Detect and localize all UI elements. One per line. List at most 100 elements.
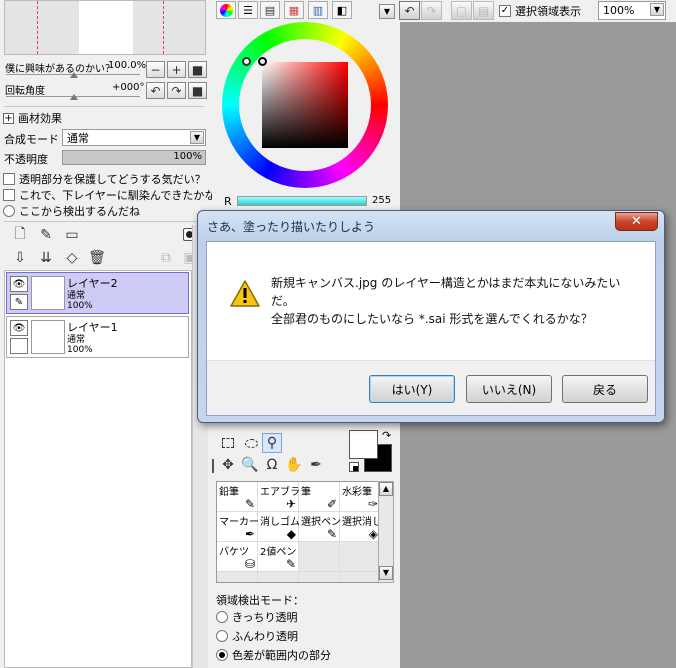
color-wheel-tab[interactable] bbox=[216, 1, 236, 19]
brush-tool-binary-pen[interactable]: 2値ペン ✎ bbox=[258, 542, 299, 572]
zoom-out-button[interactable]: − bbox=[146, 61, 165, 78]
delete-layer-button[interactable]: 🗑 bbox=[87, 248, 107, 268]
new-layer-button[interactable]: 🗋 bbox=[10, 225, 30, 245]
brush-tool-airbrush[interactable]: エアブラシ ✈ bbox=[258, 482, 310, 512]
empty-tool-slot bbox=[299, 572, 340, 582]
undo-button[interactable]: ↶ bbox=[399, 1, 420, 20]
dialog-body: 新規キャンバス.jpg のレイヤー構造とかはまだ本丸にないみたい だ。 全部君の… bbox=[206, 241, 656, 416]
brush-effects-toggle[interactable]: + 画材効果 bbox=[3, 110, 62, 126]
transfer-down-button[interactable]: ⇩ bbox=[10, 248, 30, 268]
back-button[interactable]: 戻る bbox=[562, 375, 648, 403]
checkbox[interactable] bbox=[3, 173, 15, 185]
magic-wand-icon[interactable]: ⚲ bbox=[262, 433, 282, 453]
protect-transparency-option[interactable]: 透明部分を保護してどうする気だい？ bbox=[3, 171, 206, 187]
brush-tool-select-erase[interactable]: 選択消し ◈ bbox=[340, 512, 380, 542]
brush-tool-bucket[interactable]: バケツ ⛁ bbox=[217, 542, 258, 572]
pen-lock-icon[interactable] bbox=[10, 338, 28, 354]
eyedropper-icon[interactable]: ✒ bbox=[306, 455, 326, 475]
rotate-left-button[interactable]: ↶ bbox=[146, 82, 165, 99]
swap-colors-icon[interactable]: ↷ bbox=[382, 429, 391, 442]
no-button[interactable]: いいえ(N) bbox=[466, 375, 552, 403]
r-label: R bbox=[224, 195, 232, 208]
option-label: ふんわり透明 bbox=[232, 630, 298, 643]
radio[interactable] bbox=[216, 630, 228, 642]
detect-mode-option[interactable]: きっちり透明 bbox=[216, 609, 298, 625]
tool-scrollbar[interactable]: ▲ ▼ bbox=[378, 481, 394, 583]
scratchpad-tab[interactable]: ◧ bbox=[332, 1, 352, 19]
zoom-select[interactable]: 100% ▼ bbox=[598, 1, 666, 20]
clear-layer-button[interactable]: ◇ bbox=[62, 248, 82, 268]
move-icon[interactable]: ✥ bbox=[218, 455, 238, 475]
detect-source-option[interactable]: ここから検出するんだね bbox=[3, 203, 140, 219]
brush-tool-watercolor[interactable]: 水彩筆 ✑ bbox=[340, 482, 379, 512]
merge-down-button[interactable]: ⇊ bbox=[36, 248, 56, 268]
hue-marker[interactable] bbox=[242, 57, 251, 66]
checkbox[interactable]: ✓ bbox=[499, 5, 511, 17]
deselect-button[interactable]: ▢ bbox=[451, 1, 472, 20]
zoom-slider-thumb[interactable] bbox=[70, 72, 78, 78]
apply-mask-button[interactable]: ⧉ bbox=[156, 248, 176, 268]
detect-mode-option[interactable]: ふんわり透明 bbox=[216, 628, 298, 644]
visibility-eye-icon[interactable]: 👁 bbox=[10, 320, 28, 336]
brush-tool-select-pen[interactable]: 選択ペン ✎ bbox=[299, 512, 341, 542]
rgb-slider-tab[interactable]: ☰ bbox=[238, 1, 258, 19]
layer-item[interactable]: 👁 レイヤー1 通常 100% bbox=[6, 316, 189, 358]
brush-tool-eraser[interactable]: 消しゴム ◆ bbox=[258, 512, 300, 542]
radio[interactable] bbox=[216, 649, 228, 661]
scroll-up-icon[interactable]: ▲ bbox=[379, 482, 393, 496]
scroll-down-icon[interactable]: ▼ bbox=[379, 566, 393, 580]
brush-effects-label: 画材効果 bbox=[18, 112, 62, 125]
rotate-slider-thumb[interactable] bbox=[70, 94, 78, 100]
tool-label: 筆 bbox=[301, 487, 311, 498]
yes-button[interactable]: はい(Y) bbox=[369, 375, 455, 403]
reset-colors-icon[interactable] bbox=[349, 462, 359, 472]
divider bbox=[4, 106, 204, 107]
checkbox[interactable] bbox=[3, 189, 15, 201]
saturation-value-square[interactable] bbox=[262, 62, 348, 148]
rotate-right-button[interactable]: ↷ bbox=[167, 82, 186, 99]
lasso-icon[interactable] bbox=[241, 433, 261, 453]
rotate-reset-button[interactable]: ■ bbox=[188, 82, 207, 99]
new-folder-button[interactable]: ▭ bbox=[62, 225, 82, 245]
pen-lock-icon[interactable]: ✎ bbox=[10, 294, 28, 310]
redo-button[interactable]: ↷ bbox=[421, 1, 442, 20]
zoom-in-button[interactable]: + bbox=[167, 61, 186, 78]
rotate-icon[interactable]: Ω bbox=[262, 455, 282, 475]
radio[interactable] bbox=[216, 611, 228, 623]
opacity-slider[interactable]: 100% bbox=[62, 150, 206, 165]
new-pen-layer-button[interactable]: ✎ bbox=[36, 225, 56, 245]
swatches-tab[interactable]: ▥ bbox=[308, 1, 328, 19]
brush-tool-pencil[interactable]: 鉛筆 ✎ bbox=[217, 482, 258, 512]
foreground-color-swatch[interactable] bbox=[349, 430, 378, 459]
visibility-eye-icon[interactable]: 👁 bbox=[10, 276, 28, 292]
hand-icon[interactable]: ✋ bbox=[284, 455, 304, 475]
redo-icon: ↷ bbox=[426, 3, 437, 18]
zoom-icon[interactable]: 🔍 bbox=[240, 455, 260, 475]
hsv-slider-tab[interactable]: ▤ bbox=[260, 1, 280, 19]
rotate-right-icon: ↷ bbox=[171, 83, 182, 98]
layer-item[interactable]: 👁 ✎ レイヤー2 通常 100% bbox=[6, 272, 189, 314]
radio[interactable] bbox=[3, 205, 15, 217]
zoom-value: 100.0% bbox=[108, 60, 147, 71]
panel-menu-button[interactable]: ▼ bbox=[379, 4, 395, 19]
dialog-title: さあ、塗ったり描いたりしよう bbox=[207, 220, 376, 234]
zoom-reset-button[interactable]: ■ bbox=[188, 61, 207, 78]
r-slider[interactable] bbox=[237, 196, 367, 206]
color-marker[interactable] bbox=[258, 57, 267, 66]
show-selection-toggle[interactable]: ✓ 選択領域表示 bbox=[499, 3, 581, 19]
clip-lower-option[interactable]: これで、下レイヤーに馴染んできたかな？ bbox=[3, 187, 226, 203]
close-button[interactable]: ✕ bbox=[615, 212, 658, 231]
detect-mode-option[interactable]: 色差が範囲内の部分 bbox=[216, 647, 331, 663]
tool-label: 選択消し bbox=[342, 517, 380, 528]
color-palette-tab[interactable]: ▦ bbox=[284, 1, 304, 19]
trash-icon: 🗑 bbox=[88, 250, 106, 266]
navigator-preview[interactable] bbox=[4, 0, 206, 55]
pencil-icon: ✎ bbox=[244, 497, 255, 511]
mask-icon: ⧉ bbox=[161, 250, 171, 266]
brush-tool-brush[interactable]: 筆 ✐ bbox=[299, 482, 340, 512]
tool-label: 水彩筆 bbox=[342, 487, 372, 498]
blend-mode-select[interactable]: 通常 ▼ bbox=[62, 129, 206, 146]
brush-tool-marker[interactable]: マーカー ✒ bbox=[217, 512, 259, 542]
rect-select-icon[interactable] bbox=[218, 433, 238, 453]
invert-selection-button[interactable]: ▤ bbox=[473, 1, 494, 20]
